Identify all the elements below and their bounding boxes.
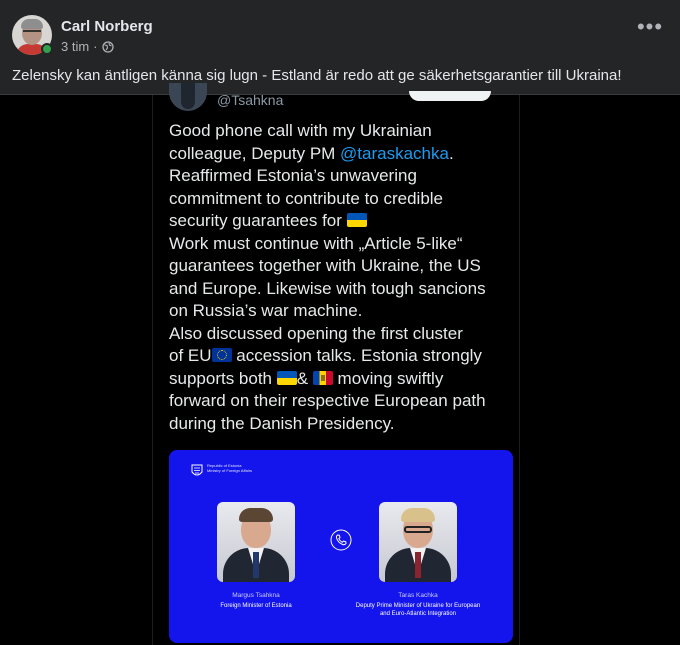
avatar-hair	[21, 19, 43, 29]
photo-glasses	[404, 526, 432, 533]
tweet-text: security guarantees for	[169, 211, 347, 230]
right-person-role: Deputy Prime Minister of Ukraine for Eur…	[355, 603, 481, 617]
online-status-dot	[41, 43, 53, 55]
tweet-line: supports both & moving swiftly	[169, 368, 519, 391]
flag-eu-icon	[211, 348, 232, 362]
tweet-line: Reaffirmed Estonia’s unwavering	[169, 165, 519, 188]
avatar-glasses	[23, 30, 41, 34]
tweet-text: Also discussed opening the first cluster	[169, 323, 463, 343]
tweet-body: Good phone call with my Ukrainian colleag…	[169, 120, 519, 435]
tweet-line: Also discussed opening the first cluster	[169, 323, 519, 346]
meta-separator: ·	[93, 39, 98, 54]
tweet-text: accession talks. Estonia strongly	[231, 346, 482, 365]
tweet-avatar	[169, 83, 207, 111]
tweet-text: colleague, Deputy PM	[169, 143, 341, 163]
tweet-text: Good phone call with my Ukrainian	[169, 121, 432, 140]
left-person-role: Foreign Minister of Estonia	[220, 603, 292, 609]
post-header: Carl Norberg 3 tim · ••• Zelensky kan än…	[0, 0, 680, 95]
author-name[interactable]: Carl Norberg	[61, 18, 153, 35]
tweet-text: of EU	[169, 346, 212, 365]
phone-call-icon	[330, 529, 352, 551]
tweet-line: colleague, Deputy PM @taraskachka.	[169, 143, 519, 166]
right-person-name: Taras Kachka	[398, 592, 438, 599]
tweet-text: guarantees together with Ukraine, the US	[169, 256, 481, 275]
post-text: Zelensky kan äntligen känna sig lugn - E…	[12, 67, 622, 84]
tweet-line: commitment to contribute to credible	[169, 188, 519, 211]
more-options-button[interactable]: •••	[635, 16, 665, 45]
tweet-text: supports both	[169, 368, 277, 388]
follow-button	[409, 91, 491, 101]
mention-link[interactable]: @taraskachka	[340, 144, 449, 163]
photo-hair	[239, 508, 273, 522]
photo-hair	[401, 508, 435, 522]
tweet-line: Work must continue with „Article 5-like“	[169, 233, 519, 256]
tweet-line: guarantees together with Ukraine, the US	[169, 255, 519, 278]
post-meta: 3 tim ·	[61, 39, 114, 54]
tweet-line: forward on their respective European pat…	[169, 390, 519, 413]
tweet-text: on Russia’s war machine.	[169, 301, 363, 320]
tweet-text: Work must continue with „Article 5-like“	[169, 233, 463, 253]
tweet-line: of EU accession talks. Estonia strongly	[169, 345, 519, 368]
tweet-line: on Russia’s war machine.	[169, 300, 519, 323]
tweet-text: .	[448, 143, 454, 163]
tweet-line: during the Danish Presidency.	[169, 413, 519, 436]
tweet-text: commitment to contribute to credible	[169, 188, 444, 208]
left-person-name: Margus Tsahkna	[232, 592, 280, 599]
tweet-text: during the Danish Presidency.	[169, 413, 395, 433]
tweet-text: forward on their respective European pat…	[169, 391, 486, 410]
post-time[interactable]: 3 tim	[61, 39, 89, 54]
tweet-handle: @Tsahkna	[217, 92, 284, 108]
flag-ua-icon	[346, 213, 367, 227]
ministry-label: Republic of Estonia Ministry of Foreign …	[207, 463, 252, 473]
call-card: Republic of Estonia Ministry of Foreign …	[169, 450, 513, 643]
estonia-coat-of-arms-icon	[191, 464, 203, 476]
photo-taras-kachka	[379, 502, 457, 582]
photo-tie	[415, 552, 421, 578]
photo-margus-tsahkna	[217, 502, 295, 582]
photo-tie	[253, 552, 259, 578]
globe-icon[interactable]	[101, 40, 114, 53]
ministry-line-2: Ministry of Foreign Affairs	[207, 468, 253, 473]
tweet-text: &	[296, 368, 313, 388]
flag-ua-icon	[276, 370, 297, 385]
tweet-text: moving swiftly	[332, 368, 444, 388]
flag-md-icon	[312, 370, 333, 385]
tweet-line: and Europe. Likewise with tough sancions	[169, 278, 519, 301]
tweet-line: security guarantees for	[169, 210, 519, 233]
embedded-tweet-image: @Tsahkna Good phone call with my Ukraini…	[152, 83, 520, 645]
tweet-text: and Europe. Likewise with tough sancions	[169, 278, 486, 298]
tweet-line: Good phone call with my Ukrainian	[169, 120, 519, 143]
tweet-text: Reaffirmed Estonia’s unwavering	[169, 166, 417, 185]
